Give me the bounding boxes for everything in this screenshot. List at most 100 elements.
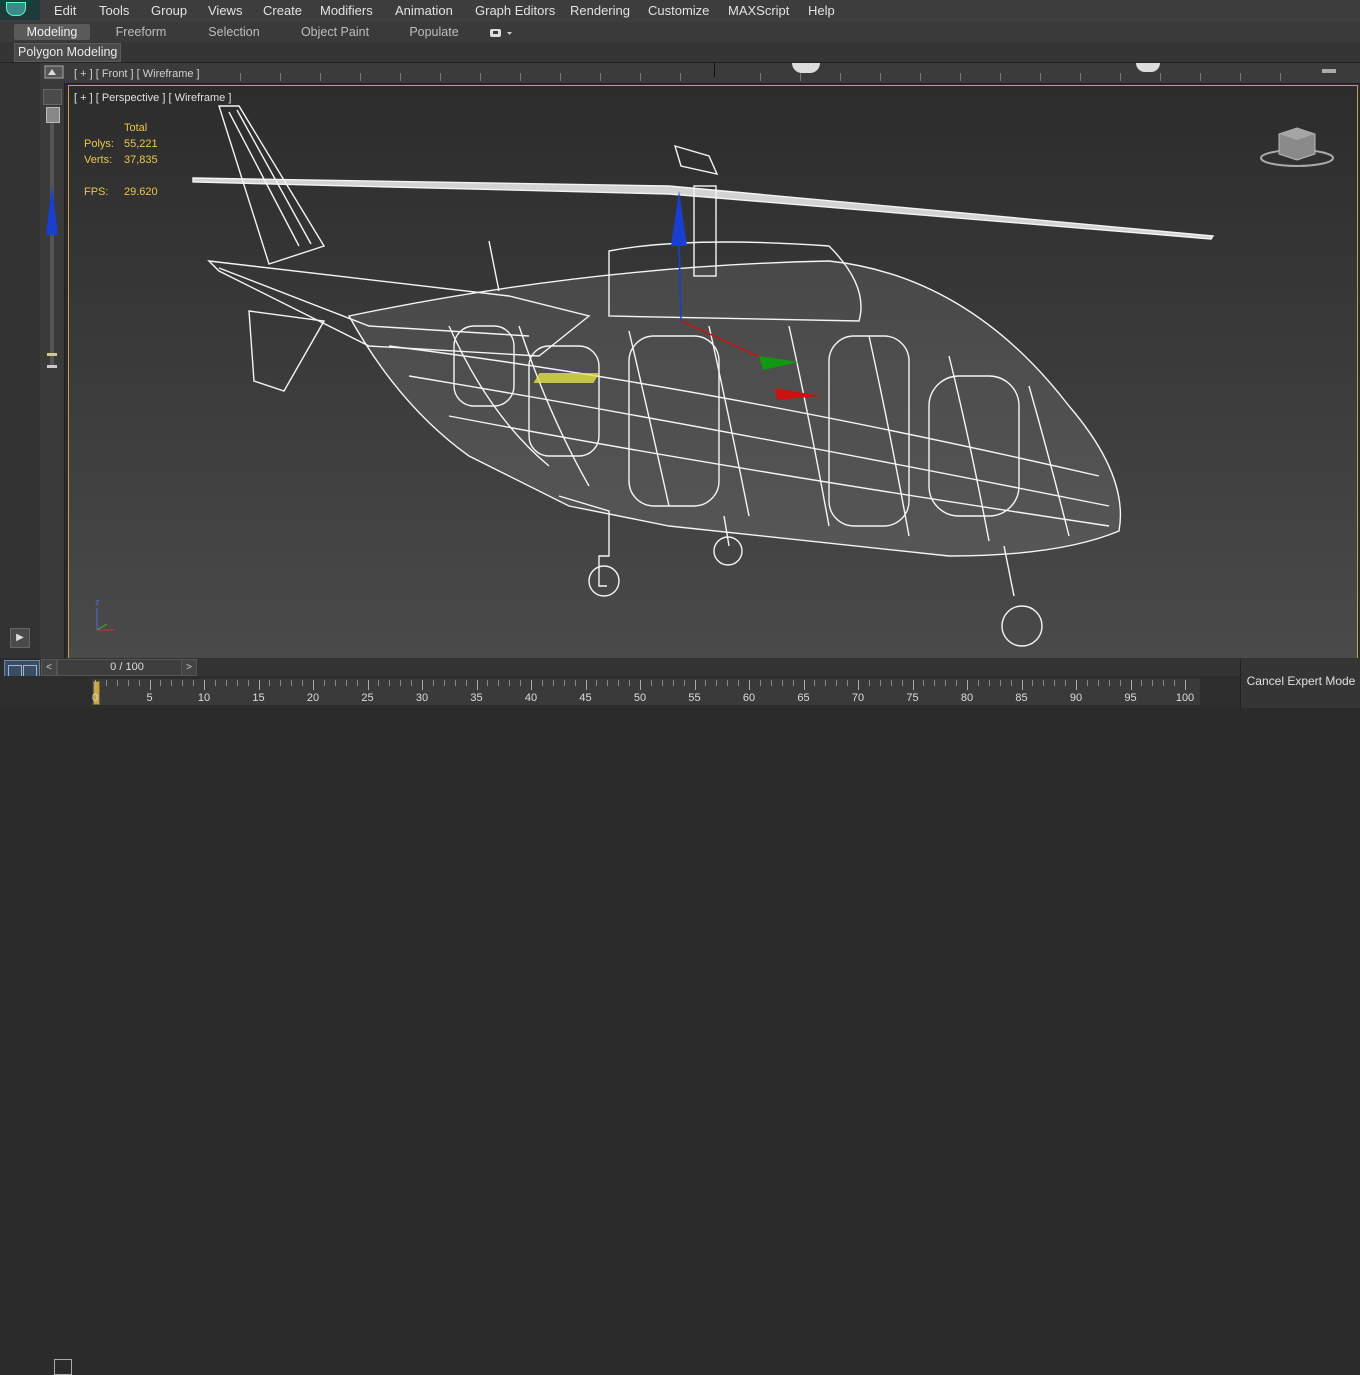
timeline-tick: [988, 680, 990, 686]
timeline-tick: [520, 680, 522, 686]
timeline-tick: [1086, 680, 1088, 686]
menu-customize[interactable]: Customize: [648, 3, 709, 18]
zoom-extents-button[interactable]: [43, 89, 62, 105]
perspective-viewport[interactable]: [ + ] [ Perspective ] [ Wireframe ] Tota…: [68, 85, 1358, 659]
timeline-tick-label: 85: [1015, 692, 1028, 704]
viewport-tool-column: [40, 83, 65, 658]
time-prev-button[interactable]: <: [41, 659, 57, 676]
timeline-tick-label: 90: [1069, 692, 1083, 704]
viewcube-icon[interactable]: [1257, 124, 1337, 172]
menu-tools[interactable]: Tools: [99, 3, 129, 18]
timeline-tick: [716, 680, 718, 686]
timeline-tick: [116, 680, 118, 686]
timeline-tick: [487, 680, 489, 686]
timeline-tick: [596, 680, 598, 686]
cancel-expert-mode-button[interactable]: Cancel Expert Mode: [1240, 660, 1360, 708]
timeline-tick: [661, 680, 663, 686]
tab-populate[interactable]: Populate: [402, 24, 466, 40]
timeline-tick: [454, 680, 456, 686]
ribbon-options-icon[interactable]: [488, 26, 514, 38]
tab-object-paint[interactable]: Object Paint: [294, 24, 376, 40]
timeline-tick: [105, 680, 107, 686]
timeline-tick: [236, 680, 238, 686]
tab-modeling[interactable]: Modeling: [14, 24, 90, 40]
expand-command-panel-button[interactable]: ▶: [10, 628, 30, 648]
timeline-tick: [879, 680, 881, 686]
timeline-tick: [1130, 680, 1132, 690]
timeline-tick: [705, 680, 707, 686]
timeline-tick: [945, 680, 947, 686]
menu-help[interactable]: Help: [808, 3, 835, 18]
timeline-tick: [585, 680, 587, 690]
timeline-tick: [182, 680, 184, 686]
timeline-tick: [345, 680, 347, 686]
polygon-modeling-panel[interactable]: Polygon Modeling: [14, 43, 122, 62]
menu-animation[interactable]: Animation: [395, 3, 453, 18]
timeline-tick: [618, 680, 620, 686]
key-filter-icon[interactable]: [54, 1359, 72, 1375]
timeline-tick-label: 30: [415, 692, 429, 704]
menu-graph-editors[interactable]: Graph Editors: [475, 3, 555, 18]
menu-modifiers[interactable]: Modifiers: [320, 3, 373, 18]
timeline-tick: [1119, 680, 1121, 686]
timeline-tick: [247, 680, 249, 686]
tab-selection[interactable]: Selection: [200, 24, 268, 40]
timeline-tick: [541, 680, 543, 686]
timeline-tick-label: 25: [361, 692, 374, 704]
wheel-icon: [792, 63, 820, 73]
menu-bar: Edit Tools Group Views Create Modifiers …: [0, 0, 1360, 23]
timeline-tick: [672, 680, 674, 686]
timeline-tick-label: 60: [742, 692, 756, 704]
menu-group[interactable]: Group: [151, 3, 187, 18]
timeline-tick: [1097, 680, 1099, 686]
slider-handle[interactable]: [46, 107, 60, 123]
timeline-tick-label: 35: [470, 692, 483, 704]
timeline-tick: [323, 680, 325, 686]
timeline-tick: [749, 680, 750, 690]
menu-rendering[interactable]: Rendering: [570, 3, 630, 18]
slider-mark: [47, 353, 57, 356]
front-viewport-label[interactable]: [ + ] [ Front ] [ Wireframe ]: [74, 68, 200, 80]
timeline-tick-label: 75: [906, 692, 919, 704]
minimize-icon[interactable]: [1322, 69, 1336, 73]
timeline-tick: [498, 680, 500, 686]
track-bar-ruler[interactable]: 0 5 10 15 20 25 30 35 40 45 50 55 60 65 70 75 80 85 90 95 10…: [92, 679, 1200, 705]
timeline-tick: [1108, 680, 1110, 686]
timeline-tick: [422, 680, 423, 690]
slider-mark: [47, 365, 57, 368]
track-bar[interactable]: 0 5 10 15 20 25 30 35 40 45 50 55 60 65 70 75 80 85 90 95 10…: [0, 676, 1240, 1375]
timeline-tick: [400, 680, 402, 686]
timeline-tick: [1185, 680, 1186, 690]
menu-views[interactable]: Views: [208, 3, 242, 18]
timeline-tick: [814, 680, 816, 686]
timeline-tick: [269, 680, 271, 686]
time-slider[interactable]: 0 / 100: [57, 659, 197, 676]
timeline-tick: [149, 680, 151, 690]
menu-maxscript[interactable]: MAXScript: [728, 3, 789, 18]
timeline-tick-label: 20: [306, 692, 320, 704]
time-next-button[interactable]: >: [181, 659, 197, 676]
timeline-tick: [999, 680, 1001, 686]
timeline-tick: [738, 680, 740, 686]
tab-freeform[interactable]: Freeform: [108, 24, 174, 40]
timeline-tick: [792, 680, 794, 686]
app-logo-icon[interactable]: [0, 0, 40, 20]
helicopter-wireframe[interactable]: [69, 86, 1357, 658]
viewport-menu-icon[interactable]: [44, 65, 64, 79]
menu-create[interactable]: Create: [263, 3, 302, 18]
timeline-tick: [1163, 680, 1165, 686]
z-axis-arrow-icon: [46, 185, 58, 235]
timeline-tick: [1032, 680, 1034, 686]
time-slider-bar: < 0 / 100 >: [40, 658, 1360, 676]
timeline-tick: [509, 680, 511, 686]
timeline-tick: [770, 680, 772, 686]
timeline-tick: [356, 680, 358, 686]
timeline-tick: [204, 680, 205, 690]
menu-edit[interactable]: Edit: [54, 3, 76, 18]
timeline-tick-label: 70: [851, 692, 865, 704]
timeline-tick: [640, 680, 641, 690]
front-viewport[interactable]: [ + ] [ Front ] [ Wireframe ]: [40, 63, 1360, 84]
timeline-tick: [193, 680, 195, 686]
timeline-tick-label: 10: [197, 692, 211, 704]
timeline-tick: [552, 680, 554, 686]
